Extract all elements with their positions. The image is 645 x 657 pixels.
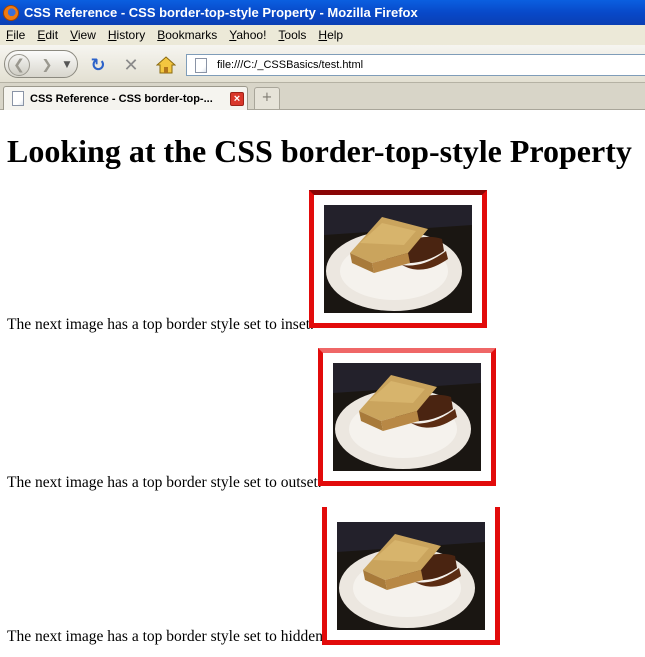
pie-photo — [333, 363, 481, 471]
new-tab-button[interactable]: + — [254, 87, 280, 109]
tab-strip: CSS Reference - CSS border-top-... × + — [0, 83, 645, 110]
page-icon — [12, 91, 24, 106]
menu-history[interactable]: History — [108, 28, 145, 42]
back-forward-group: ❮ ❯ ▼ — [4, 50, 78, 78]
reload-icon[interactable]: ↻ — [88, 55, 108, 76]
menu-help[interactable]: Help — [318, 28, 343, 42]
window-title: CSS Reference - CSS border-top-style Pro… — [24, 5, 418, 20]
arrow-left-icon: ❮ — [13, 57, 25, 73]
forward-button[interactable]: ❯ — [37, 56, 57, 74]
tab-css-reference[interactable]: CSS Reference - CSS border-top-... × — [3, 86, 248, 110]
menu-tools[interactable]: Tools — [278, 28, 306, 42]
pie-photo — [337, 522, 485, 630]
pie-photo — [324, 205, 472, 313]
close-tab-icon[interactable]: × — [230, 91, 244, 106]
home-icon[interactable] — [156, 55, 176, 75]
arrow-right-icon: ❯ — [41, 57, 53, 73]
plus-icon: + — [261, 90, 273, 105]
address-bar[interactable]: file:///C:/_CSSBasics/test.html — [186, 54, 645, 76]
menu-yahoo[interactable]: Yahoo! — [229, 28, 266, 42]
image-frame-outset — [318, 348, 496, 486]
image-frame-inset — [309, 190, 487, 328]
caption-hidden: The next image has a top border style se… — [7, 628, 327, 645]
chevron-down-icon: ▼ — [63, 60, 71, 70]
menu-bar: File Edit View History Bookmarks Yahoo! … — [0, 25, 645, 45]
tab-title: CSS Reference - CSS border-top-... — [30, 92, 213, 105]
window-titlebar: CSS Reference - CSS border-top-style Pro… — [0, 0, 645, 25]
address-text: file:///C:/_CSSBasics/test.html — [217, 59, 364, 71]
navigation-toolbar: ❮ ❯ ▼ ↻ ✕ file:///C:/_CSSBasics/test.htm… — [0, 45, 645, 83]
menu-edit[interactable]: Edit — [37, 28, 58, 42]
caption-outset: The next image has a top border style se… — [7, 474, 322, 491]
menu-file[interactable]: File — [6, 28, 25, 42]
page-icon — [195, 57, 207, 73]
firefox-icon — [3, 4, 19, 21]
menu-view[interactable]: View — [70, 28, 96, 42]
caption-inset: The next image has a top border style se… — [7, 316, 314, 333]
page-heading: Looking at the CSS border-top-style Prop… — [7, 133, 632, 169]
menu-bookmarks[interactable]: Bookmarks — [157, 28, 217, 42]
stop-icon[interactable]: ✕ — [121, 55, 141, 76]
image-frame-hidden — [322, 507, 500, 645]
back-button[interactable]: ❮ — [8, 54, 30, 76]
history-dropdown-button[interactable]: ▼ — [61, 57, 73, 73]
page-content: Looking at the CSS border-top-style Prop… — [0, 111, 645, 657]
